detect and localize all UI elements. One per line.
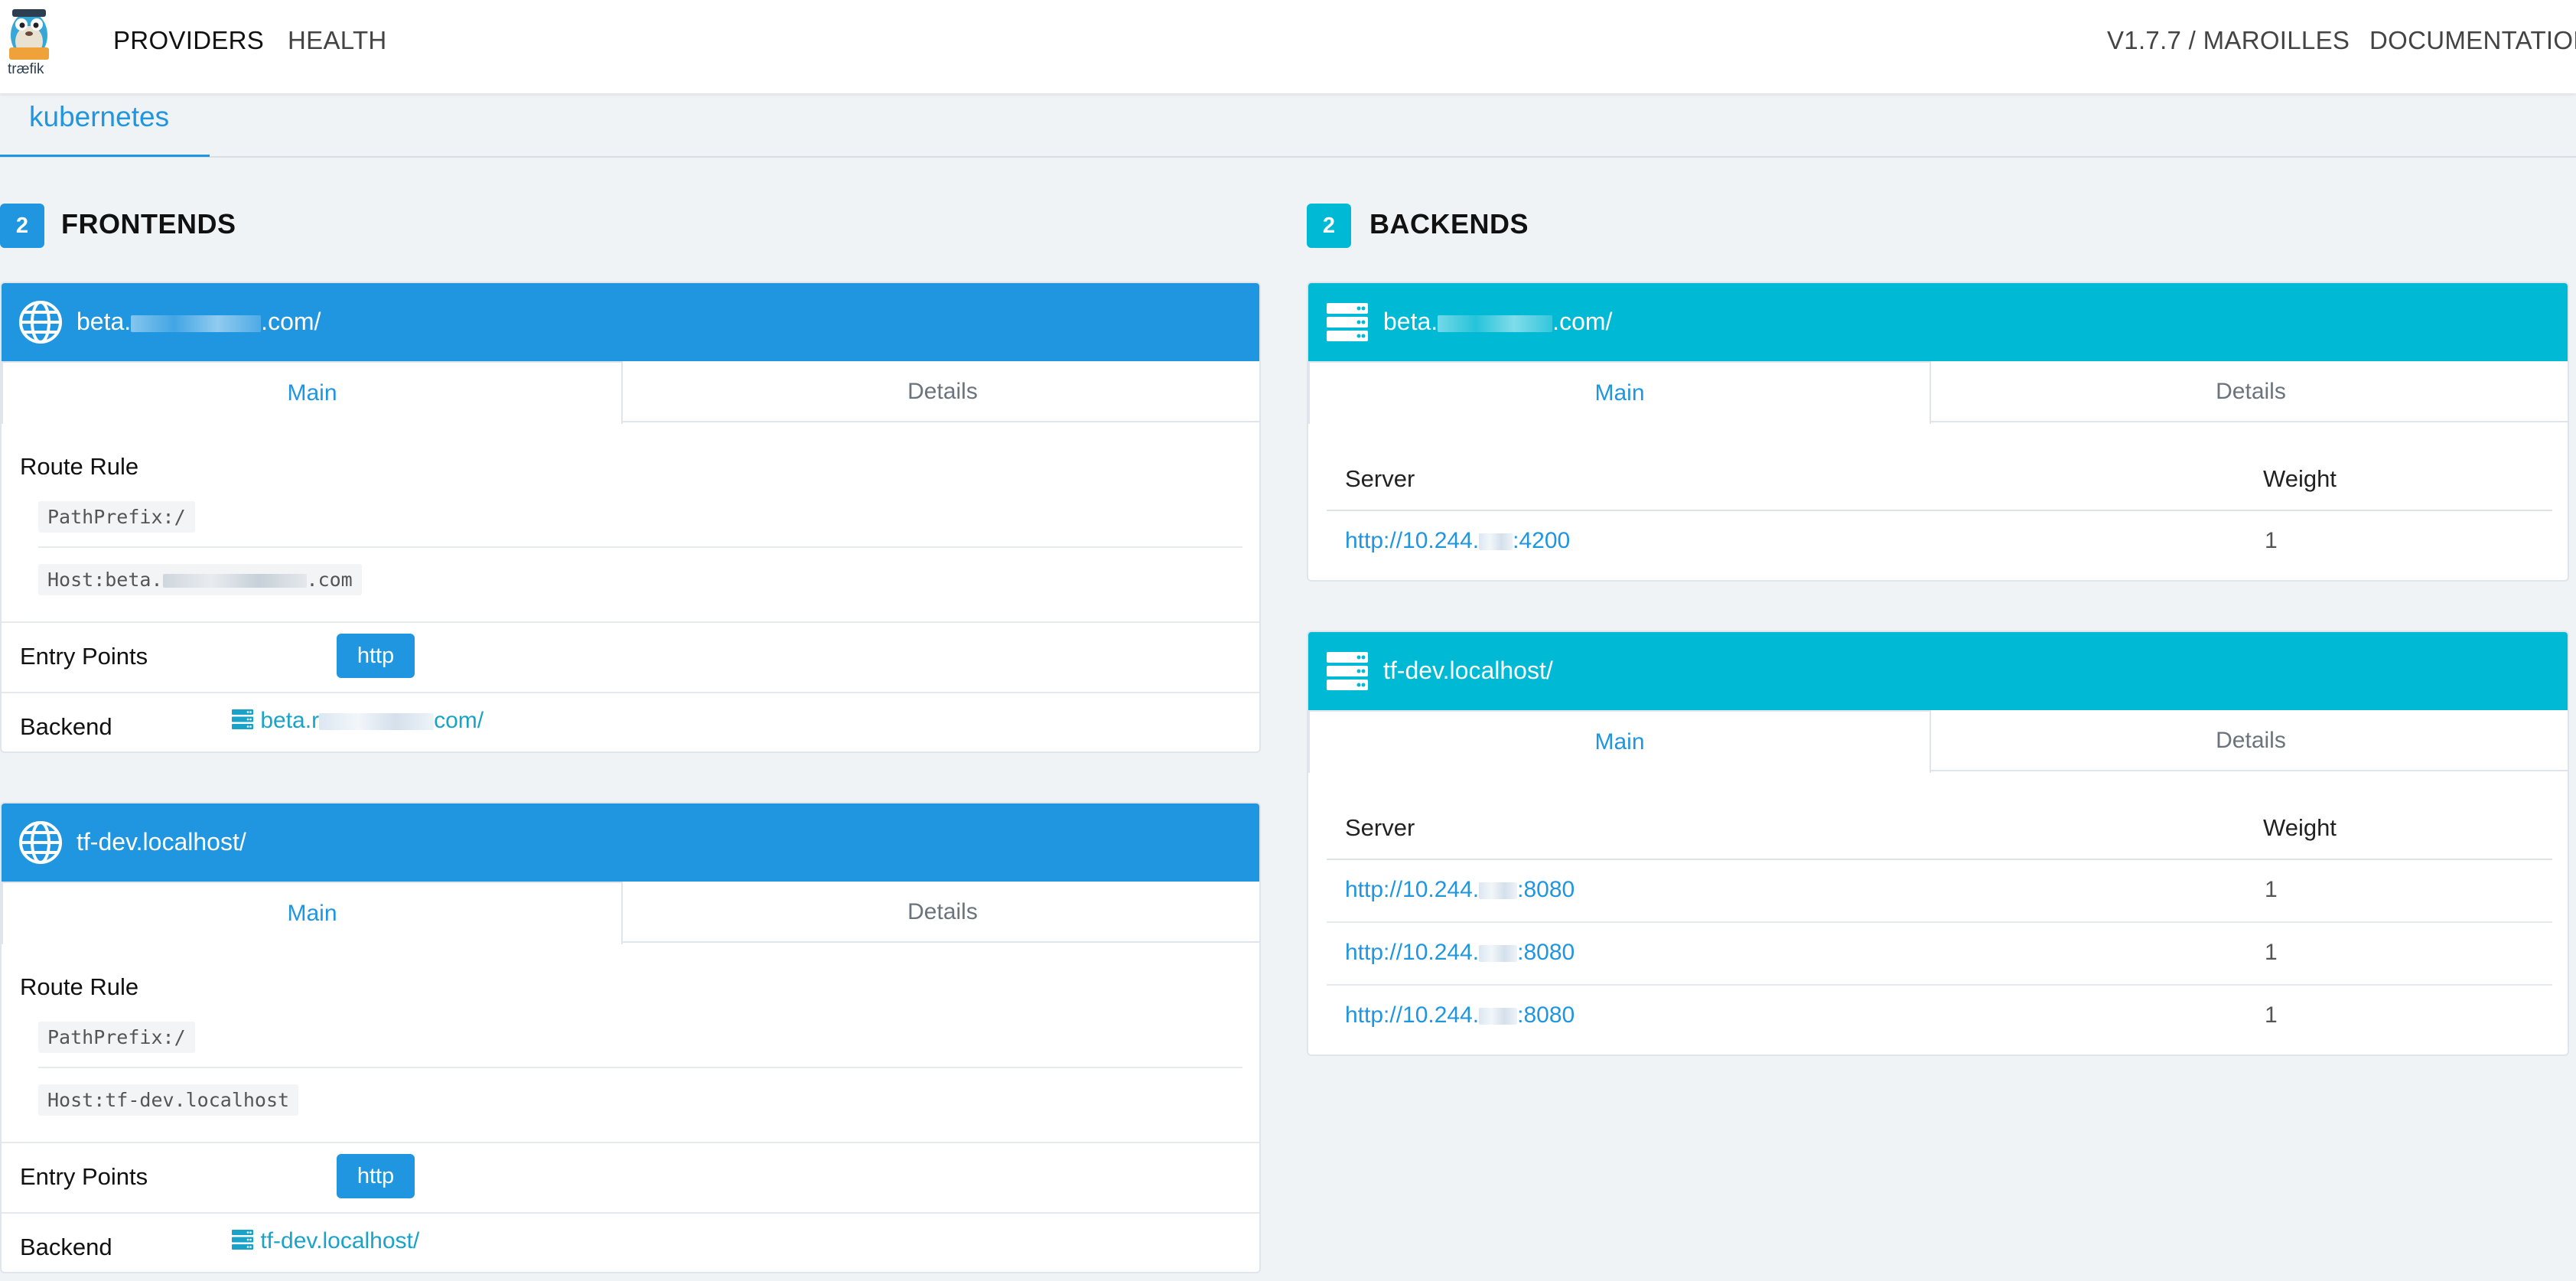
tab-details[interactable]: Details: [623, 361, 1259, 422]
server-icon: [231, 708, 254, 731]
server-weight: 1: [2265, 877, 2278, 902]
server-icon: [231, 1228, 254, 1251]
weight-column-header: Weight: [2263, 465, 2337, 492]
tab-main[interactable]: Main: [2, 882, 623, 944]
route-rule-host: Host:beta. .com: [38, 564, 362, 595]
tab-details[interactable]: Details: [1931, 361, 2568, 422]
backend-label: Backend: [20, 1234, 112, 1260]
frontend-card-header: tf-dev.localhost/: [2, 803, 1259, 882]
frontends-count-badge: 2: [0, 204, 44, 248]
frontend-card: beta. .com/ Main Details Route Rule PathP…: [0, 282, 1261, 753]
frontend-tabs: Main Details: [2, 882, 1259, 944]
route-rule-host: Host:tf-dev.localhost: [38, 1084, 299, 1116]
server-url-link[interactable]: http://10.244.:8080: [1345, 877, 1575, 903]
server-weight: 1: [2265, 528, 2278, 553]
logo-wordmark: træfik: [8, 61, 44, 77]
nav-providers[interactable]: PROVIDERS: [113, 25, 264, 56]
backends-title: BACKENDS: [1369, 208, 1529, 240]
backend-card-header: tf-dev.localhost/: [1308, 632, 2568, 710]
backend-name: tf-dev.localhost/: [1383, 657, 1553, 684]
divider: [1327, 921, 2552, 923]
divider: [38, 546, 1242, 548]
backend-card: beta. .com/ Main Details Server Weight ht…: [1307, 282, 2569, 582]
backend-card: tf-dev.localhost/ Main Details Server We…: [1307, 631, 2569, 1056]
top-navbar: træfik PROVIDERS HEALTH V1.7.7 / MAROILL…: [0, 0, 2576, 93]
backend-label: Backend: [20, 713, 112, 740]
entry-points-label: Entry Points: [20, 1163, 148, 1190]
tab-details[interactable]: Details: [623, 882, 1259, 943]
server-weight: 1: [2265, 1002, 2278, 1028]
tab-kubernetes[interactable]: kubernetes: [29, 101, 169, 133]
route-rule-label: Route Rule: [20, 453, 139, 480]
globe-icon: [18, 820, 63, 865]
divider: [2, 621, 1259, 623]
backend-tabs: Main Details: [1308, 361, 2568, 424]
server-column-header: Server: [1345, 814, 1415, 841]
globe-icon: [18, 300, 63, 344]
server-url-link[interactable]: http://10.244.:8080: [1345, 940, 1575, 966]
divider: [2, 692, 1259, 693]
nav-version[interactable]: V1.7.7 / MAROILLES: [2107, 25, 2350, 56]
nav-health[interactable]: HEALTH: [288, 25, 387, 56]
frontend-card-header: beta. .com/: [2, 283, 1259, 361]
route-rule-path: PathPrefix:/: [38, 501, 195, 533]
provider-tabs-divider: [0, 156, 2576, 158]
divider: [1327, 859, 2552, 860]
entry-point-http-button[interactable]: http: [337, 1154, 415, 1198]
server-url-link[interactable]: http://10.244.:8080: [1345, 1002, 1575, 1028]
nav-documentation[interactable]: DOCUMENTATION: [2369, 25, 2576, 56]
server-icon: [1325, 300, 1369, 344]
route-rule-path: PathPrefix:/: [38, 1022, 195, 1053]
server-icon: [1325, 649, 1369, 693]
frontends-title: FRONTENDS: [61, 208, 236, 240]
backend-link[interactable]: tf-dev.localhost/: [231, 1228, 419, 1254]
frontend-name: beta. .com/: [77, 308, 321, 335]
traefik-logo[interactable]: træfik: [5, 3, 54, 80]
divider: [2, 1212, 1259, 1214]
backend-card-header: beta. .com/: [1308, 283, 2568, 361]
server-url-link[interactable]: http://10.244.:4200: [1345, 528, 1570, 554]
backend-tabs: Main Details: [1308, 710, 2568, 773]
tab-details[interactable]: Details: [1931, 710, 2568, 771]
frontend-card: tf-dev.localhost/ Main Details Route Rul…: [0, 802, 1261, 1273]
tab-main[interactable]: Main: [2, 361, 623, 424]
divider: [1327, 510, 2552, 511]
divider: [38, 1067, 1242, 1068]
divider: [2, 1142, 1259, 1143]
route-rule-label: Route Rule: [20, 973, 139, 1000]
tab-main[interactable]: Main: [1308, 361, 1931, 424]
entry-point-http-button[interactable]: http: [337, 634, 415, 678]
weight-column-header: Weight: [2263, 814, 2337, 841]
server-weight: 1: [2265, 940, 2278, 965]
tab-main[interactable]: Main: [1308, 710, 1931, 773]
server-column-header: Server: [1345, 465, 1415, 492]
frontend-tabs: Main Details: [2, 361, 1259, 424]
entry-points-label: Entry Points: [20, 643, 148, 670]
active-tab-indicator: [0, 155, 210, 157]
backends-count-badge: 2: [1307, 204, 1351, 248]
backend-link[interactable]: beta.r com/: [231, 708, 484, 734]
backend-name: beta. .com/: [1383, 308, 1613, 335]
divider: [1327, 984, 2552, 986]
frontend-name: tf-dev.localhost/: [77, 828, 246, 856]
